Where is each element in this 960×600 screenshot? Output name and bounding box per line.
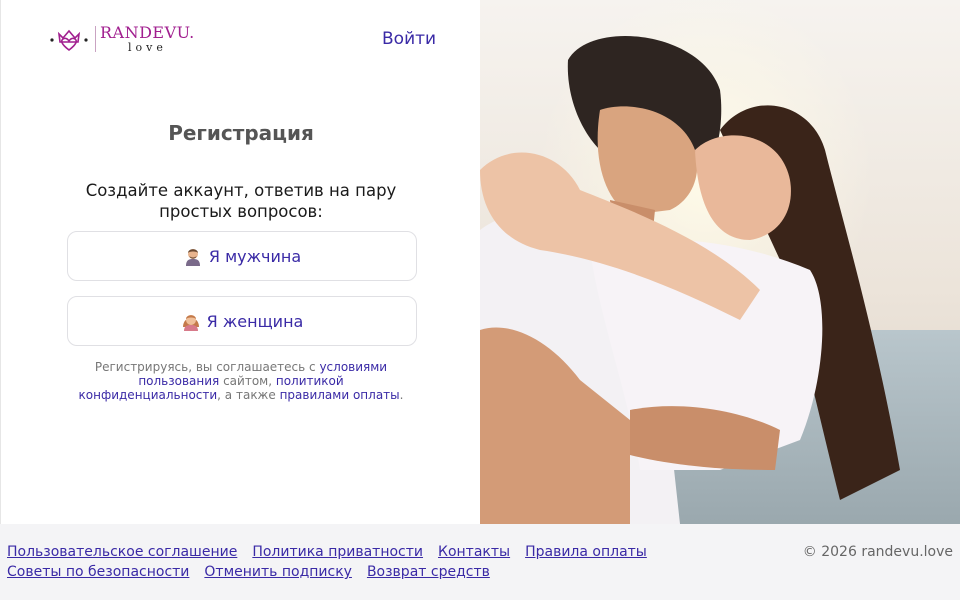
logo-divider	[95, 26, 96, 52]
male-button-label: Я мужчина	[208, 246, 302, 266]
logo[interactable]: RANDEVU. love	[49, 25, 195, 53]
footer-links-row-2: Советы по безопасности Отменить подписку…	[7, 564, 505, 580]
woman-emoji-icon	[182, 315, 199, 331]
hero-image	[480, 0, 960, 524]
terms-text-4: .	[399, 388, 404, 402]
footer-link-contacts[interactable]: Контакты	[438, 544, 510, 560]
footer-link-safety-tips[interactable]: Советы по безопасности	[7, 564, 189, 580]
footer: Пользовательское соглашение Политика при…	[0, 524, 960, 600]
logo-brand: RANDEVU.	[100, 23, 195, 42]
terms-text-1: Регистрируясь, вы соглашаетесь с	[94, 360, 320, 374]
payment-rules-link[interactable]: правилами оплаты	[280, 388, 400, 402]
terms-text-3: , а также	[217, 388, 280, 402]
female-button-label: Я женщина	[206, 311, 304, 331]
registration-panel: RANDEVU. love Войти Регистрация Создайте…	[0, 0, 480, 524]
login-link[interactable]: Войти	[382, 29, 436, 49]
man-emoji-icon	[185, 249, 200, 266]
footer-links-row-1: Пользовательское соглашение Политика при…	[7, 544, 662, 560]
page-title: Регистрация	[168, 121, 314, 145]
terms-notice: Регистрируясь, вы соглашаетесь с условия…	[71, 360, 411, 402]
copyright: © 2026 randevu.love	[802, 544, 953, 560]
logo-text: RANDEVU. love	[100, 23, 195, 54]
couple-photo-icon	[480, 0, 960, 524]
logo-brand-sub: love	[128, 41, 167, 54]
crown-heart-logo-icon	[50, 29, 88, 52]
footer-link-user-agreement[interactable]: Пользовательское соглашение	[7, 544, 237, 560]
footer-link-refund[interactable]: Возврат средств	[367, 564, 490, 580]
registration-subtitle: Создайте аккаунт, ответив на пару просты…	[85, 181, 397, 221]
male-button[interactable]: Я мужчина	[67, 231, 417, 281]
female-button[interactable]: Я женщина	[67, 296, 417, 346]
terms-text-2: сайтом,	[219, 374, 276, 388]
footer-link-privacy[interactable]: Политика приватности	[252, 544, 423, 560]
footer-link-cancel-subscription[interactable]: Отменить подписку	[204, 564, 352, 580]
footer-link-payment-rules[interactable]: Правила оплаты	[525, 544, 647, 560]
